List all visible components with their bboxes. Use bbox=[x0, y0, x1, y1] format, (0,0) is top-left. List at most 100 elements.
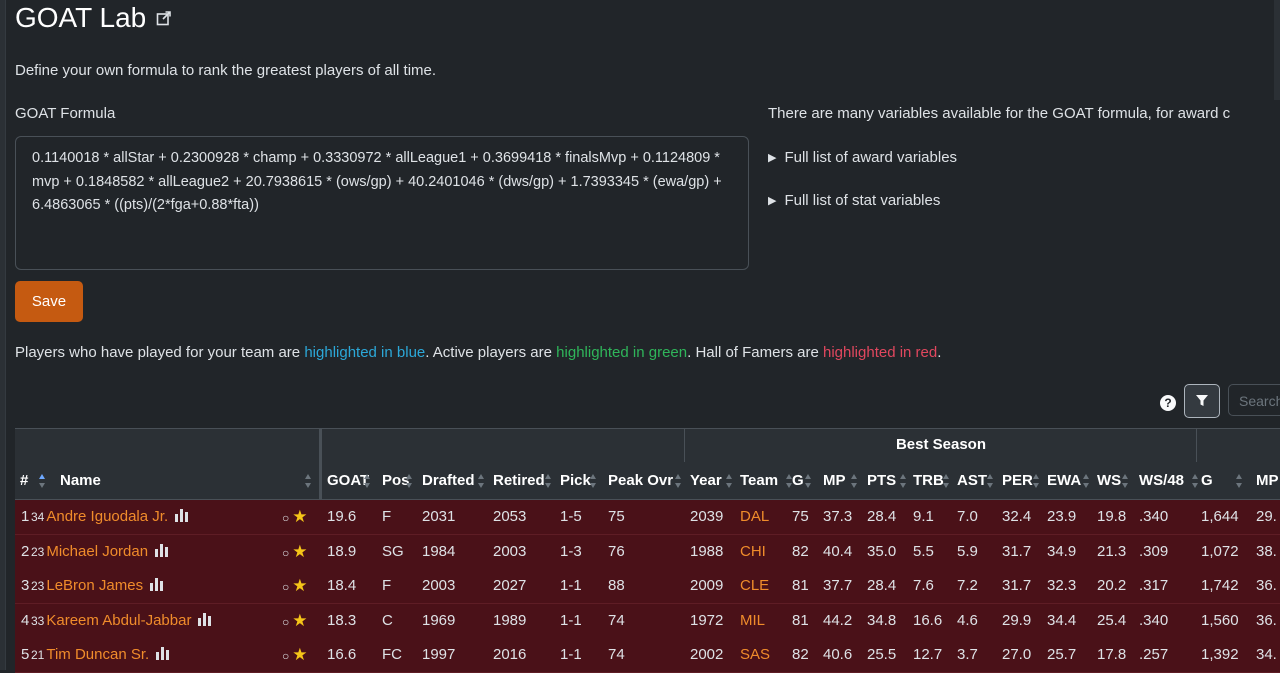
sort-icon[interactable] bbox=[1083, 474, 1090, 488]
team-link[interactable]: MIL bbox=[740, 604, 765, 638]
bar-chart-icon[interactable] bbox=[154, 536, 169, 570]
cell-pos: F bbox=[382, 508, 392, 525]
team-link[interactable]: SAS bbox=[740, 638, 770, 672]
cell-goat: 18.9 bbox=[327, 542, 357, 560]
sort-icon[interactable] bbox=[1033, 474, 1040, 488]
cell-mp: 44.2 bbox=[823, 611, 853, 629]
cell-cmp: 36. bbox=[1256, 577, 1277, 594]
team-link[interactable]: DAL bbox=[740, 500, 769, 534]
bar-chart-icon[interactable] bbox=[149, 570, 164, 604]
player-flags: ○ ★ bbox=[282, 569, 308, 603]
player-link[interactable]: Tim Duncan Sr. bbox=[46, 646, 149, 663]
sort-icon[interactable] bbox=[305, 474, 312, 488]
award-variables-label: Full list of award variables bbox=[784, 149, 958, 166]
player-link[interactable]: Kareem Abdul-Jabbar bbox=[46, 612, 191, 629]
sort-icon[interactable] bbox=[364, 474, 371, 488]
sort-icon[interactable] bbox=[805, 474, 812, 488]
cell-ws: 21.3 bbox=[1097, 542, 1127, 560]
cell-pick: 1-1 bbox=[560, 611, 582, 629]
right-border bbox=[1274, 0, 1280, 100]
cell-drafted: 2031 bbox=[422, 508, 456, 525]
cell-pick: 1-5 bbox=[560, 508, 582, 525]
column-header-peak[interactable]: Peak Ovr bbox=[608, 463, 673, 499]
star-icon: ★ bbox=[292, 645, 308, 664]
filter-button[interactable] bbox=[1184, 384, 1220, 418]
cell-cmp: 38. bbox=[1256, 542, 1277, 560]
column-header-pts[interactable]: PTS bbox=[867, 463, 896, 499]
sort-icon[interactable] bbox=[900, 474, 907, 488]
column-header-mp[interactable]: MP bbox=[823, 463, 846, 499]
player-link[interactable]: LeBron James bbox=[46, 577, 143, 594]
sort-icon[interactable] bbox=[943, 474, 950, 488]
column-header-cmp[interactable]: MP bbox=[1256, 463, 1279, 499]
cell-rank: 3 bbox=[21, 577, 30, 594]
cell-year: 2009 bbox=[690, 577, 724, 594]
cell-peak: 88 bbox=[608, 577, 625, 594]
intro-text: Define your own formula to rank the grea… bbox=[15, 62, 437, 79]
player-name-cell: 23 LeBron James bbox=[31, 569, 164, 603]
cell-ws48: .257 bbox=[1139, 646, 1169, 663]
column-header-ws[interactable]: WS bbox=[1097, 463, 1121, 499]
star-icon: ★ bbox=[292, 541, 308, 561]
cell-rank: 4 bbox=[21, 611, 30, 629]
cell-ws48: .340 bbox=[1139, 611, 1169, 629]
award-variables-toggle[interactable]: ▶ Full list of award variables bbox=[768, 149, 957, 166]
cell-peak: 74 bbox=[608, 646, 625, 663]
formula-input[interactable]: 0.1140018 * allStar + 0.2300928 * champ … bbox=[15, 136, 749, 270]
cell-year: 1988 bbox=[690, 542, 724, 560]
column-header-rank[interactable]: # bbox=[20, 463, 28, 499]
column-header-team[interactable]: Team bbox=[740, 463, 778, 499]
column-header-goat[interactable]: GOAT bbox=[327, 463, 369, 499]
column-header-year[interactable]: Year bbox=[690, 463, 722, 499]
sort-icon[interactable] bbox=[987, 474, 994, 488]
page-title: GOAT Lab bbox=[15, 2, 172, 34]
sort-icon[interactable] bbox=[675, 474, 682, 488]
bar-chart-icon[interactable] bbox=[197, 605, 212, 639]
column-header-ewa[interactable]: EWA bbox=[1047, 463, 1081, 499]
sort-icon[interactable] bbox=[406, 474, 413, 488]
filter-icon bbox=[1196, 395, 1208, 406]
bar-chart-icon[interactable] bbox=[155, 639, 170, 673]
cell-rank: 5 bbox=[21, 646, 30, 663]
player-link[interactable]: Michael Jordan bbox=[46, 543, 148, 560]
cell-per: 29.9 bbox=[1002, 611, 1032, 629]
column-header-g[interactable]: G bbox=[792, 463, 804, 499]
team-link[interactable]: CHI bbox=[740, 535, 766, 569]
cell-g: 81 bbox=[792, 611, 809, 629]
sort-icon[interactable] bbox=[851, 474, 858, 488]
column-header-per[interactable]: PER bbox=[1002, 463, 1033, 499]
column-header-ws48[interactable]: WS/48 bbox=[1139, 463, 1184, 499]
column-header-trb[interactable]: TRB bbox=[913, 463, 944, 499]
cell-goat: 19.6 bbox=[327, 508, 357, 525]
column-header-cg[interactable]: G bbox=[1201, 463, 1213, 499]
sort-icon[interactable] bbox=[545, 474, 552, 488]
stat-variables-toggle[interactable]: ▶ Full list of stat variables bbox=[768, 192, 940, 209]
cell-pts: 28.4 bbox=[867, 508, 897, 525]
cell-g: 81 bbox=[792, 577, 809, 594]
sort-icon[interactable] bbox=[478, 474, 485, 488]
cell-ewa: 34.9 bbox=[1047, 542, 1077, 560]
sort-icon[interactable] bbox=[1192, 474, 1199, 488]
bar-chart-icon[interactable] bbox=[174, 501, 189, 535]
team-link[interactable]: CLE bbox=[740, 569, 769, 603]
sort-icon[interactable] bbox=[1236, 474, 1243, 488]
column-header-ast[interactable]: AST bbox=[957, 463, 987, 499]
column-header-drafted[interactable]: Drafted bbox=[422, 463, 475, 499]
external-link-icon[interactable] bbox=[156, 10, 172, 26]
search-input[interactable]: Search bbox=[1228, 384, 1280, 416]
sort-icon[interactable] bbox=[39, 474, 46, 488]
save-button[interactable]: Save bbox=[15, 281, 83, 322]
cell-drafted: 2003 bbox=[422, 577, 456, 594]
help-icon[interactable]: ? bbox=[1160, 395, 1176, 411]
column-header-retired[interactable]: Retired bbox=[493, 463, 545, 499]
sort-icon[interactable] bbox=[726, 474, 733, 488]
cell-trb: 9.1 bbox=[913, 508, 934, 525]
sort-icon[interactable] bbox=[1122, 474, 1129, 488]
player-link[interactable]: Andre Iguodala Jr. bbox=[46, 508, 168, 525]
player-age: 21 bbox=[31, 648, 45, 662]
column-header-name[interactable]: Name bbox=[60, 463, 101, 499]
sort-icon[interactable] bbox=[590, 474, 597, 488]
cell-pos: SG bbox=[382, 542, 404, 560]
player-age: 33 bbox=[31, 613, 45, 628]
column-header-pick[interactable]: Pick bbox=[560, 463, 591, 499]
